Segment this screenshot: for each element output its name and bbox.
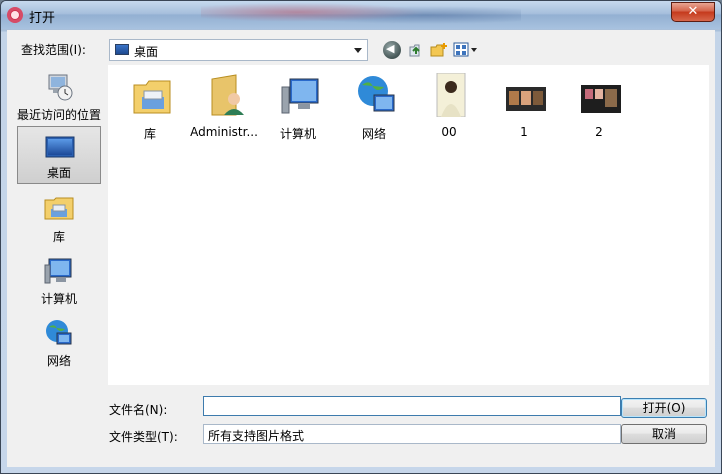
file-label: 1 <box>520 125 528 139</box>
file-type-dropdown[interactable]: 所有支持图片格式 <box>203 424 621 444</box>
title-bar[interactable]: 打开 ✕ <box>1 1 721 29</box>
places-bar: 最近访问的位置 桌面 库 计算机 网络 <box>13 65 105 385</box>
network-icon <box>46 320 72 345</box>
libraries-icon <box>44 197 74 220</box>
recent-places-icon <box>48 74 73 101</box>
file-label: Administr... <box>190 125 258 139</box>
libraries-folder-icon <box>133 80 171 114</box>
app-icon <box>7 7 23 23</box>
back-icon[interactable] <box>383 41 401 59</box>
computer-icon <box>281 78 319 114</box>
file-label: 计算机 <box>279 127 316 141</box>
place-recent[interactable]: 最近访问的位置 <box>17 67 101 125</box>
place-label: 库 <box>52 230 65 244</box>
place-network[interactable]: 网络 <box>17 313 101 371</box>
place-desktop[interactable]: 桌面 <box>17 126 101 184</box>
file-name-label: 文件名(N): <box>109 403 168 417</box>
file-label: 网络 <box>361 127 386 141</box>
desktop-icon <box>45 136 75 158</box>
file-name-input[interactable] <box>203 396 621 416</box>
image-thumbnail <box>581 85 621 113</box>
computer-icon <box>44 258 72 284</box>
file-label: 00 <box>441 125 457 139</box>
open-dialog: 打开 ✕ 查找范围(I): 桌面 最近访问的位置 桌面 库 计算机 <box>0 0 722 474</box>
file-item-network[interactable]: 网络 <box>336 71 412 141</box>
file-item-administrator[interactable]: Administr... <box>186 71 262 141</box>
place-label: 桌面 <box>46 166 71 180</box>
place-label: 计算机 <box>40 292 77 306</box>
up-folder-icon[interactable] <box>407 41 425 59</box>
title-bar-decoration <box>201 1 521 29</box>
file-item-1[interactable]: 1 <box>486 71 562 141</box>
image-thumbnail <box>436 73 466 117</box>
place-label: 网络 <box>46 354 71 368</box>
network-icon <box>358 76 395 112</box>
image-thumbnail <box>506 87 546 111</box>
views-menu-icon[interactable] <box>453 41 479 59</box>
window-title: 打开 <box>29 11 56 26</box>
file-item-libraries[interactable]: 库 <box>112 71 188 141</box>
file-label: 2 <box>595 125 603 139</box>
open-button[interactable]: 打开(O) <box>621 398 707 418</box>
chevron-down-icon[interactable] <box>354 48 362 53</box>
user-folder-icon <box>211 74 244 116</box>
file-label: 库 <box>143 127 156 141</box>
look-in-value: 桌面 <box>134 45 159 59</box>
place-label: 最近访问的位置 <box>17 108 102 122</box>
file-item-2[interactable]: 2 <box>561 71 637 141</box>
close-button[interactable]: ✕ <box>671 2 715 22</box>
new-folder-icon[interactable] <box>430 41 448 59</box>
file-type-label: 文件类型(T): <box>109 430 178 444</box>
file-list[interactable]: 库 Administr... 计算机 网络 00 1 2 <box>108 65 709 385</box>
look-in-label: 查找范围(I): <box>21 43 86 57</box>
place-libraries[interactable]: 库 <box>17 189 101 247</box>
file-item-computer[interactable]: 计算机 <box>260 71 336 141</box>
desktop-icon <box>115 44 129 55</box>
look-in-dropdown[interactable]: 桌面 <box>109 39 368 61</box>
file-type-value: 所有支持图片格式 <box>208 429 305 443</box>
file-item-00[interactable]: 00 <box>411 71 487 141</box>
place-computer[interactable]: 计算机 <box>17 251 101 309</box>
cancel-button[interactable]: 取消 <box>621 424 707 444</box>
